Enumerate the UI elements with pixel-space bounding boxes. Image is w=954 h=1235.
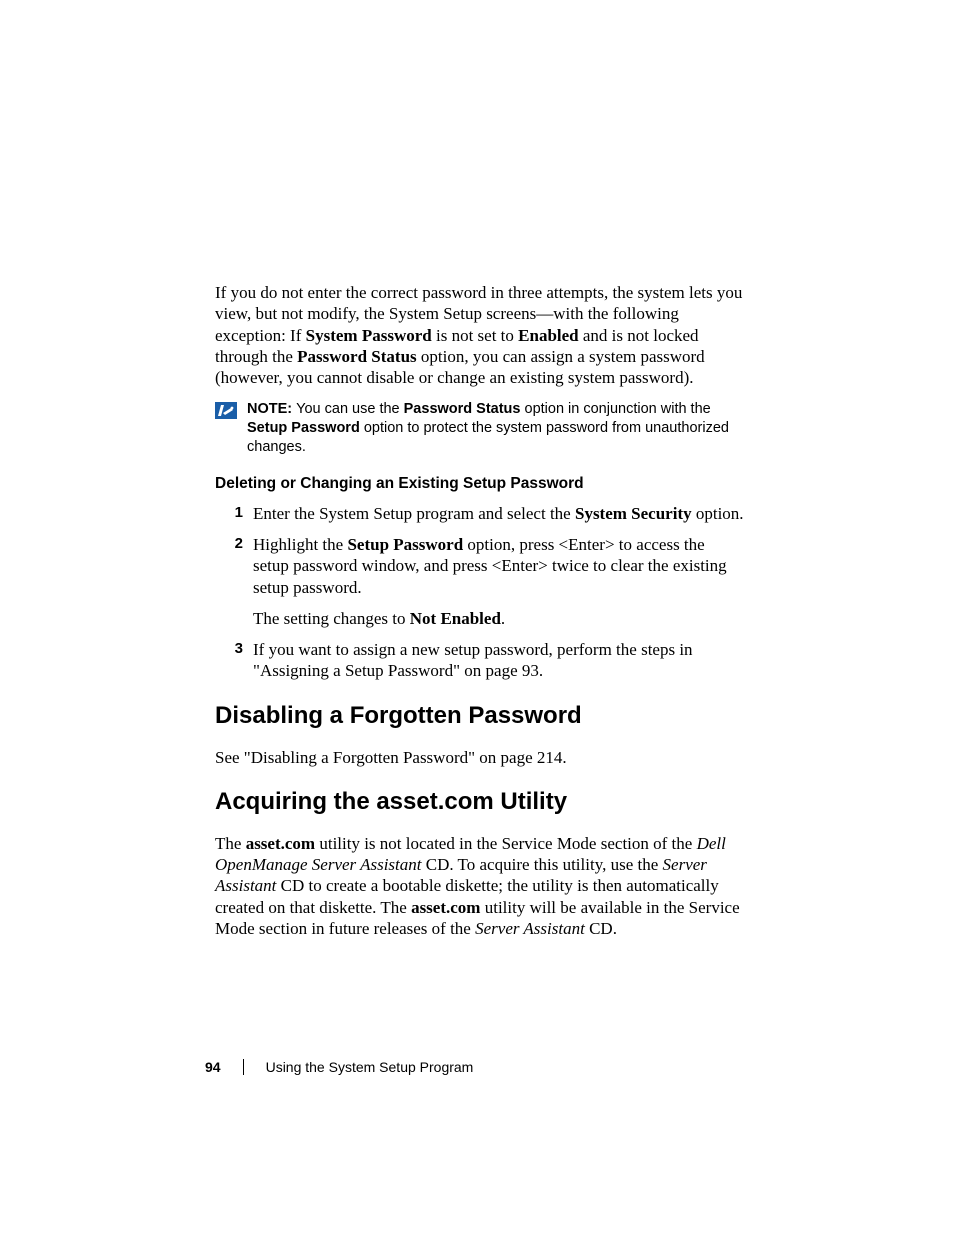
text-bold: Password Status	[404, 401, 521, 417]
text-bold: Password Status	[297, 347, 417, 366]
text: utility is not located in the Service Mo…	[315, 834, 696, 853]
note-label: NOTE:	[247, 401, 296, 417]
step-body: If you want to assign a new setup passwo…	[253, 639, 744, 682]
text-bold: System Security	[575, 504, 692, 523]
text: CD. To acquire this utility, use the	[422, 855, 663, 874]
step-number: 2	[215, 535, 253, 552]
note-block: NOTE: You can use the Password Status op…	[215, 400, 744, 457]
heading-2: Disabling a Forgotten Password	[215, 702, 744, 730]
text-bold: Not Enabled	[410, 609, 501, 628]
text: The	[215, 834, 246, 853]
text: Enter the System Setup program and selec…	[253, 504, 575, 523]
heading-2: Acquiring the asset.com Utility	[215, 788, 744, 816]
footer-separator	[243, 1059, 244, 1075]
list-item: 1 Enter the System Setup program and sel…	[215, 503, 744, 524]
heading-3: Deleting or Changing an Existing Setup P…	[215, 475, 744, 493]
text-bold: Enabled	[518, 326, 578, 345]
text-bold: Setup Password	[347, 535, 463, 554]
text: If you want to assign a new setup passwo…	[253, 640, 693, 680]
text-bold: asset.com	[246, 834, 315, 853]
text-italic: Server Assistant	[475, 919, 585, 938]
step-body: Highlight the Setup Password option, pre…	[253, 534, 744, 629]
text: .	[501, 609, 505, 628]
text: Highlight the	[253, 535, 347, 554]
step-number: 1	[215, 504, 253, 521]
page-number: 94	[205, 1059, 221, 1075]
list-item: 2 Highlight the Setup Password option, p…	[215, 534, 744, 629]
text: The setting changes to	[253, 609, 410, 628]
text-bold: Setup Password	[247, 420, 360, 436]
text: CD.	[585, 919, 617, 938]
document-page: If you do not enter the correct password…	[0, 0, 954, 1235]
step-number: 3	[215, 640, 253, 657]
note-icon	[215, 402, 237, 419]
text: is not set to	[432, 326, 518, 345]
intro-paragraph: If you do not enter the correct password…	[215, 282, 744, 388]
text: option in conjunction with the	[520, 401, 710, 417]
step-body: Enter the System Setup program and selec…	[253, 503, 744, 524]
text-bold: System Password	[306, 326, 432, 345]
footer-title: Using the System Setup Program	[266, 1059, 474, 1075]
paragraph: The asset.com utility is not located in …	[215, 833, 744, 939]
note-text: NOTE: You can use the Password Status op…	[247, 400, 744, 457]
text: You can use the	[296, 401, 404, 417]
text-bold: asset.com	[411, 898, 480, 917]
step-sub: The setting changes to Not Enabled.	[253, 608, 744, 629]
page-footer: 94 Using the System Setup Program	[205, 1059, 473, 1075]
paragraph: See "Disabling a Forgotten Password" on …	[215, 747, 744, 768]
text: option.	[692, 504, 744, 523]
ordered-list: 1 Enter the System Setup program and sel…	[215, 503, 744, 682]
list-item: 3 If you want to assign a new setup pass…	[215, 639, 744, 682]
